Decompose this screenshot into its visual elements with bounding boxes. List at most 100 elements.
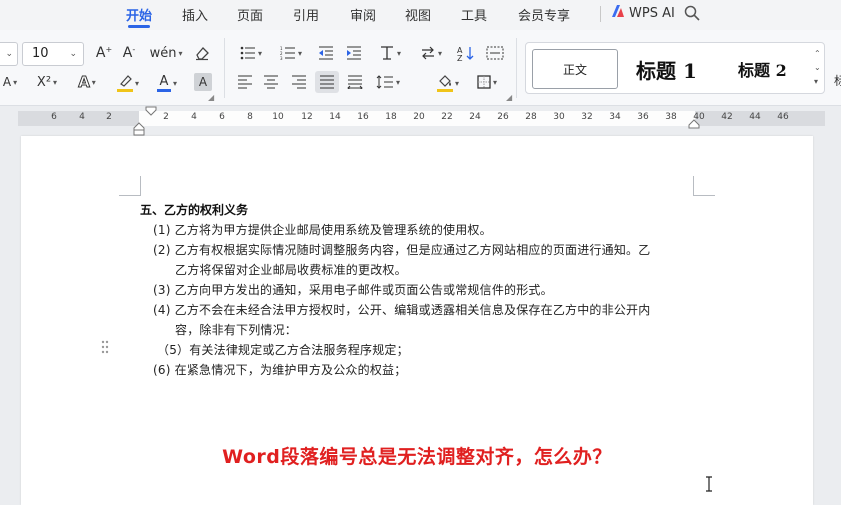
ruler-label: 46	[777, 112, 789, 122]
first-line-indent-marker[interactable]	[145, 106, 157, 116]
font-dialog-launcher-icon[interactable]: ◢	[208, 93, 214, 102]
ruler-label: 34	[609, 112, 621, 122]
tab-insert[interactable]: 插入	[182, 5, 208, 24]
paragraph-marks-icon	[486, 46, 504, 60]
ruler-label: 4	[191, 112, 197, 122]
list-item: (1) 乙方将为甲方提供企业邮局使用系统及管理系统的使用权。	[153, 223, 492, 237]
search-icon[interactable]	[683, 4, 701, 26]
highlighter-icon	[120, 75, 132, 87]
text-outline-button[interactable]: A ▾	[72, 73, 102, 92]
font-color-button[interactable]: A ▾	[152, 73, 182, 93]
distributed-align-button[interactable]	[346, 73, 364, 91]
style-gallery-scroll[interactable]: ⌃ ⌄ ▾	[814, 47, 821, 89]
shrink-font-button[interactable]: A-	[120, 44, 138, 62]
document-page[interactable]: 五、乙方的权利义务 (1) 乙方将为甲方提供企业邮局使用系统及管理系统的使用权。…	[21, 136, 813, 505]
tab-view[interactable]: 视图	[405, 5, 431, 24]
numbering-button[interactable]: 1 2 3 ▾	[276, 44, 306, 62]
ribbon-toolbar: ⌄ 10 ⌄ A + A- wén ▾ A ▾ X² ▾ A ▾ ▾ A ▾ A ◢ ▾ …	[0, 30, 841, 106]
style-gallery: 正文 标题 1 标题 2 ⌃ ⌄ ▾	[525, 42, 825, 94]
increase-indent-button[interactable]	[344, 44, 364, 62]
ruler-label: 6	[51, 112, 57, 122]
sort-button[interactable]: AZ	[456, 44, 476, 62]
borders-icon	[477, 75, 491, 89]
ruler-label: 20	[413, 112, 425, 122]
ribbon-separator	[224, 38, 225, 98]
font-name-dropdown[interactable]: ⌄	[0, 42, 18, 66]
tab-home[interactable]: 开始	[126, 5, 152, 24]
align-right-button[interactable]	[290, 73, 308, 91]
align-center-button[interactable]	[262, 73, 280, 91]
ruler-label: 8	[247, 112, 253, 122]
decrease-indent-button[interactable]	[316, 44, 336, 62]
wps-ai-button[interactable]: WPS AI	[611, 4, 675, 22]
shading-button[interactable]: ▾	[432, 73, 464, 93]
tab-membership[interactable]: 会员专享	[518, 5, 570, 24]
crop-mark-top-right	[693, 176, 715, 196]
align-left-button[interactable]	[236, 73, 254, 91]
right-indent-marker[interactable]	[688, 119, 700, 129]
line-spacing-button[interactable]: ▾	[372, 73, 404, 91]
expand-more-icon[interactable]: ▾	[814, 75, 821, 89]
wps-ai-logo-icon	[611, 4, 625, 22]
ruler-label: 2	[163, 112, 169, 122]
chinese-layout-button[interactable]: ▾	[374, 44, 406, 62]
chevron-up-icon[interactable]: ⌃	[814, 47, 821, 61]
phonetic-icon: wén	[149, 45, 177, 61]
grow-font-button[interactable]: A +	[95, 44, 113, 62]
swap-arrows-icon	[421, 46, 434, 60]
list-item-continuation: 容，除非有下列情况：	[175, 323, 298, 337]
bullet-list-icon	[240, 46, 255, 60]
superscript-button[interactable]: X² ▾	[32, 73, 62, 91]
list-item: (4) 乙方不会在未经合法甲方授权时，公开、编辑或透露相关信息及保存在乙方中的非…	[153, 303, 651, 317]
ruler-label: 22	[441, 112, 453, 122]
paragraph-drag-handle-icon[interactable]	[101, 340, 109, 354]
text-effect-button[interactable]: A ▾	[0, 73, 20, 91]
tab-tools[interactable]: 工具	[461, 5, 487, 24]
font-size-dropdown[interactable]: 10 ⌄	[22, 42, 84, 66]
character-shading-button[interactable]: A	[194, 73, 212, 91]
tab-page[interactable]: 页面	[237, 5, 263, 24]
justify-button[interactable]	[315, 71, 339, 93]
ruler-label: 4	[79, 112, 85, 122]
chevron-down-icon[interactable]: ⌄	[814, 61, 821, 75]
text-direction-button[interactable]: ▾	[416, 44, 446, 62]
overlay-headline: Word段落编号总是无法调整对齐，怎么办？	[222, 446, 612, 468]
list-item-misaligned: （5）有关法律规定或乙方合法服务程序规定；	[157, 343, 409, 357]
paint-bucket-icon	[439, 75, 451, 87]
list-item: (6) 在紧急情况下，为维护甲方及公众的权益；	[153, 363, 407, 377]
style-normal[interactable]: 正文	[532, 49, 618, 89]
tab-separator	[600, 6, 601, 22]
ruler-label: 26	[497, 112, 509, 122]
svg-text:Z: Z	[457, 54, 463, 61]
highlight-button[interactable]: ▾	[112, 73, 144, 93]
align-right-icon	[292, 75, 306, 89]
ruler-label: 42	[721, 112, 733, 122]
phonetic-guide-button[interactable]: wén ▾	[149, 44, 183, 62]
list-item-continuation: 乙方将保留对企业邮局收费标准的更改权。	[175, 263, 407, 277]
show-formatting-button[interactable]	[484, 44, 506, 62]
ruler-label: 32	[581, 112, 593, 122]
sort-icon: AZ	[457, 46, 474, 61]
ruler-label: 14	[329, 112, 341, 122]
distribute-icon	[347, 75, 363, 89]
list-item: (2) 乙方有权根据实际情况随时调整服务内容，但是应通过乙方网站相应的页面进行通…	[153, 243, 651, 257]
paragraph-dialog-launcher-icon[interactable]: ◢	[506, 93, 512, 102]
ruler-label: 12	[301, 112, 313, 122]
bullets-button[interactable]: ▾	[236, 44, 266, 62]
ruler-label: 30	[553, 112, 565, 122]
borders-button[interactable]: ▾	[472, 73, 502, 91]
style-gallery-overflow-label: 标	[834, 74, 841, 88]
ruler-label: 10	[272, 112, 284, 122]
outdent-icon	[319, 46, 333, 60]
style-heading-2[interactable]: 标题 2	[738, 57, 787, 81]
tab-review[interactable]: 审阅	[350, 5, 376, 24]
font-size-value: 10	[32, 46, 49, 61]
left-indent-marker[interactable]	[133, 122, 145, 136]
align-center-icon	[264, 75, 278, 89]
section-heading: 五、乙方的权利义务	[140, 203, 249, 217]
numbered-list-icon: 123	[280, 46, 295, 60]
style-heading-1[interactable]: 标题 1	[636, 55, 697, 84]
wps-ai-label: WPS AI	[629, 5, 675, 21]
clear-format-button[interactable]	[193, 44, 211, 62]
tab-references[interactable]: 引用	[293, 5, 319, 24]
